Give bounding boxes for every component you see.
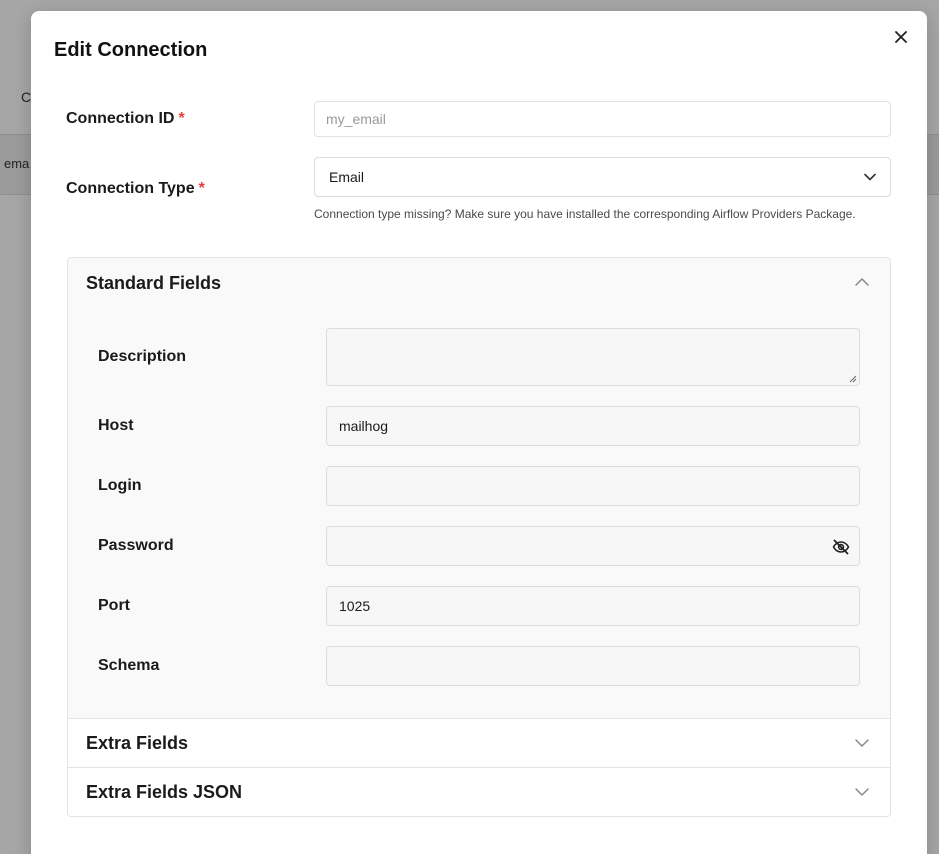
chevron-down-icon — [864, 173, 876, 181]
connection-id-label: Connection ID * — [66, 110, 185, 127]
connection-type-label: Connection Type * — [66, 180, 205, 197]
login-label: Login — [98, 477, 142, 494]
login-input[interactable] — [326, 466, 860, 506]
extra-fields-json-header[interactable]: Extra Fields JSON — [86, 782, 242, 803]
required-mark: * — [178, 110, 185, 127]
chevron-up-icon[interactable] — [854, 274, 870, 290]
fields-accordion: Standard Fields Description Host mailhog… — [67, 257, 891, 817]
description-textarea[interactable] — [326, 328, 860, 386]
standard-fields-section: Standard Fields Description Host mailhog… — [68, 258, 890, 719]
connection-type-value: Email — [329, 169, 365, 185]
close-button[interactable] — [891, 27, 911, 47]
extra-fields-header[interactable]: Extra Fields — [86, 733, 188, 754]
chevron-down-icon[interactable] — [854, 735, 870, 751]
schema-label: Schema — [98, 657, 160, 674]
background-row-text: ema — [4, 156, 30, 171]
host-input[interactable]: mailhog — [326, 406, 860, 446]
modal-title: Edit Connection — [54, 39, 208, 61]
port-label: Port — [98, 597, 130, 614]
chevron-down-icon[interactable] — [854, 784, 870, 800]
connection-type-helper: Connection type missing? Make sure you h… — [314, 207, 856, 221]
connection-type-select[interactable]: Email — [314, 157, 891, 197]
standard-fields-header[interactable]: Standard Fields — [86, 273, 221, 294]
connection-id-input[interactable]: my_email — [314, 101, 891, 137]
password-label: Password — [98, 537, 174, 554]
required-mark: * — [198, 180, 205, 197]
extra-fields-section[interactable]: Extra Fields — [68, 719, 890, 768]
password-input[interactable] — [326, 526, 860, 566]
port-input[interactable]: 1025 — [326, 586, 860, 626]
eye-off-icon[interactable] — [831, 537, 851, 557]
close-icon — [895, 31, 907, 43]
schema-input[interactable] — [326, 646, 860, 686]
resize-handle-icon[interactable] — [849, 375, 857, 383]
description-label: Description — [98, 348, 187, 365]
host-label: Host — [98, 417, 134, 434]
extra-fields-json-section[interactable]: Extra Fields JSON — [68, 768, 890, 816]
edit-connection-modal: Edit Connection Connection ID * my_email … — [31, 11, 927, 854]
